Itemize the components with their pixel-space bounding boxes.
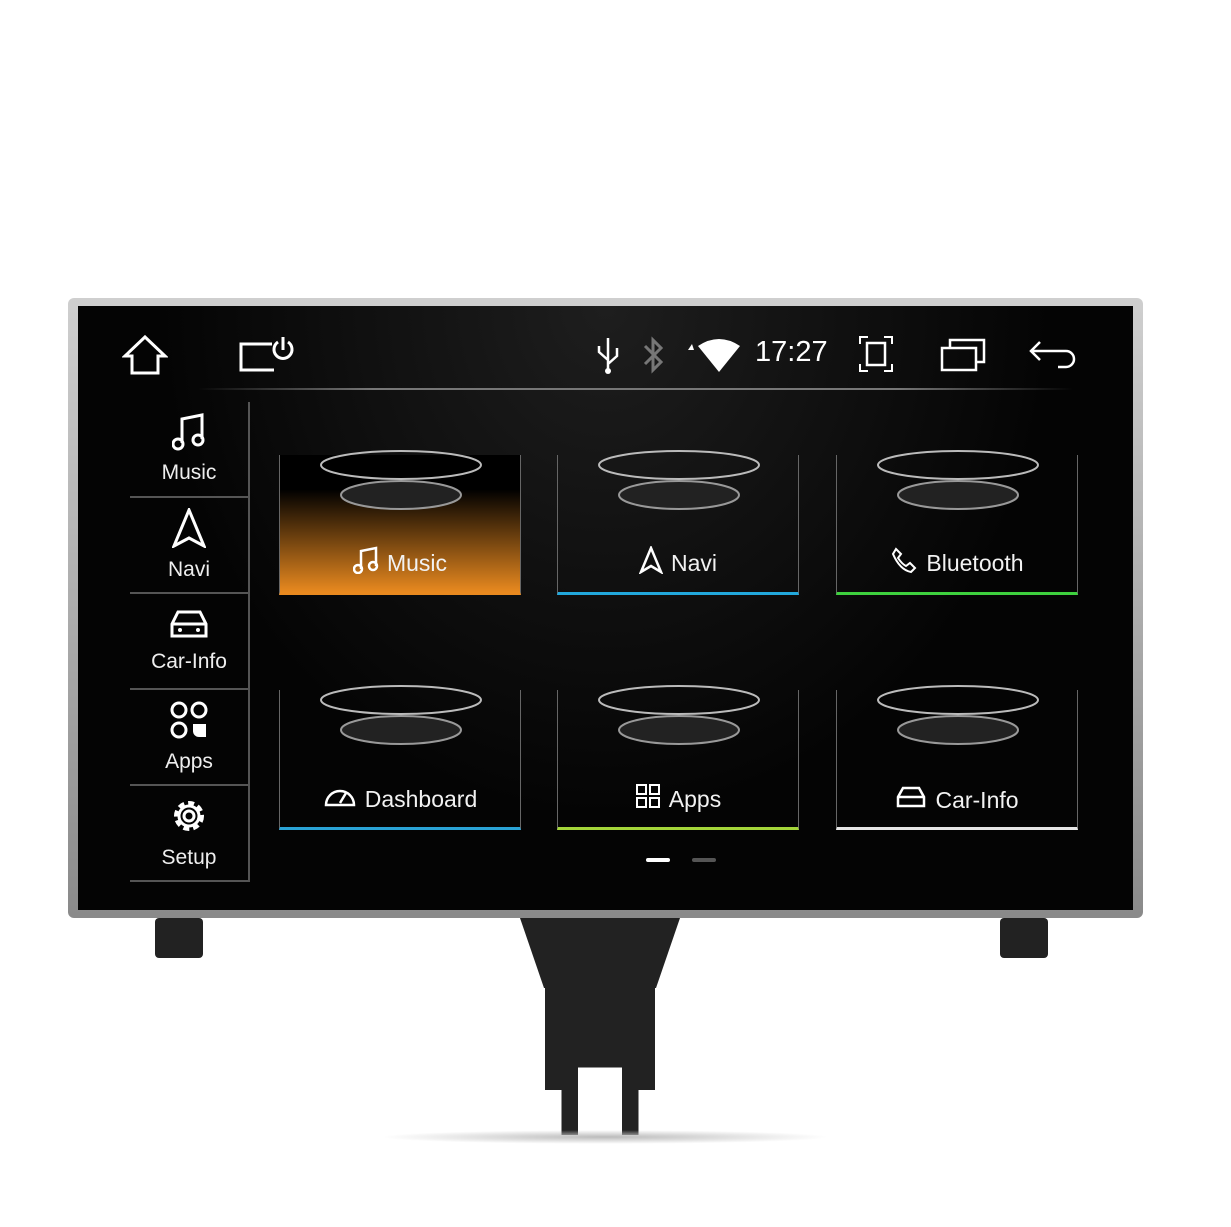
tile-label: Bluetooth: [837, 546, 1077, 580]
screenshot-icon[interactable]: [858, 334, 894, 374]
tile-label-text: Car-Info: [935, 786, 1019, 813]
back-icon[interactable]: [1028, 338, 1078, 370]
mount-bracket: [520, 918, 680, 988]
clock: 17:27: [755, 336, 828, 368]
tile-artwork: [837, 425, 1077, 555]
usb-icon: [592, 336, 624, 376]
mount-clip-left: [155, 918, 203, 958]
shadow: [380, 1130, 830, 1144]
tile-label-text: Bluetooth: [926, 549, 1024, 576]
tile-bluetooth[interactable]: Bluetooth: [836, 450, 1078, 595]
page-indicator-2[interactable]: [692, 858, 716, 862]
tile-label-text: Apps: [668, 785, 722, 812]
power-screen-icon[interactable]: [238, 334, 296, 374]
sidebar-item-setup[interactable]: Setup: [130, 786, 250, 882]
tile-label-text: Music: [386, 549, 448, 576]
tile-artwork: [558, 425, 798, 555]
music-note-icon: [352, 546, 379, 580]
tile-label: Dashboard: [280, 783, 520, 815]
sidebar: Music Navi Car-Info Apps Setup: [130, 402, 250, 882]
tile-label-text: Dashboard: [364, 785, 478, 812]
sidebar-item-label: Apps: [165, 750, 213, 773]
sidebar-item-label: Music: [161, 461, 217, 484]
gear-icon: [169, 796, 209, 842]
sidebar-item-label: Setup: [161, 846, 217, 869]
apps-icon: [169, 700, 209, 746]
screen: 17:27 Music Navi Car-Info Apps Setup Mus…: [78, 306, 1133, 910]
tile-label-text: Navi: [670, 549, 717, 576]
sidebar-item-music[interactable]: Music: [130, 402, 250, 498]
sidebar-item-label: Car-Info: [151, 650, 227, 673]
tile-artwork: [280, 660, 520, 790]
tile-label: Car-Info: [837, 785, 1077, 815]
wifi-icon: [686, 336, 740, 374]
navigation-arrow-icon: [171, 506, 207, 554]
mount-clip-right: [1000, 918, 1048, 958]
phone-icon: [890, 546, 918, 580]
sidebar-item-label: Navi: [167, 558, 210, 581]
sidebar-item-apps[interactable]: Apps: [130, 690, 250, 786]
apps-icon: [635, 783, 661, 815]
tile-apps[interactable]: Apps: [557, 685, 799, 830]
tile-car-info[interactable]: Car-Info: [836, 685, 1078, 830]
tile-label: Music: [280, 546, 520, 580]
tile-dashboard[interactable]: Dashboard: [279, 685, 521, 830]
mount-bracket-stem: [545, 985, 655, 1135]
sidebar-item-navi[interactable]: Navi: [130, 498, 250, 594]
tile-artwork: [280, 425, 520, 555]
bluetooth-icon: [638, 334, 668, 376]
tile-music[interactable]: Music: [279, 450, 521, 595]
status-bar: 17:27: [78, 306, 1133, 388]
tile-artwork: [837, 660, 1077, 790]
status-divider: [198, 388, 1073, 390]
sidebar-item-car-info[interactable]: Car-Info: [130, 594, 250, 690]
home-icon[interactable]: [120, 332, 170, 378]
tile-label: Apps: [558, 783, 798, 815]
music-note-icon: [171, 413, 206, 457]
navigation-arrow-icon: [638, 544, 664, 580]
page-indicator-1[interactable]: [646, 858, 670, 862]
tile-navi[interactable]: Navi: [557, 450, 799, 595]
recent-apps-icon[interactable]: [940, 336, 988, 372]
speedometer-icon: [323, 783, 357, 815]
car-icon: [168, 608, 210, 646]
tile-label: Navi: [558, 544, 798, 580]
tile-artwork: [558, 660, 798, 790]
car-icon: [895, 785, 927, 815]
